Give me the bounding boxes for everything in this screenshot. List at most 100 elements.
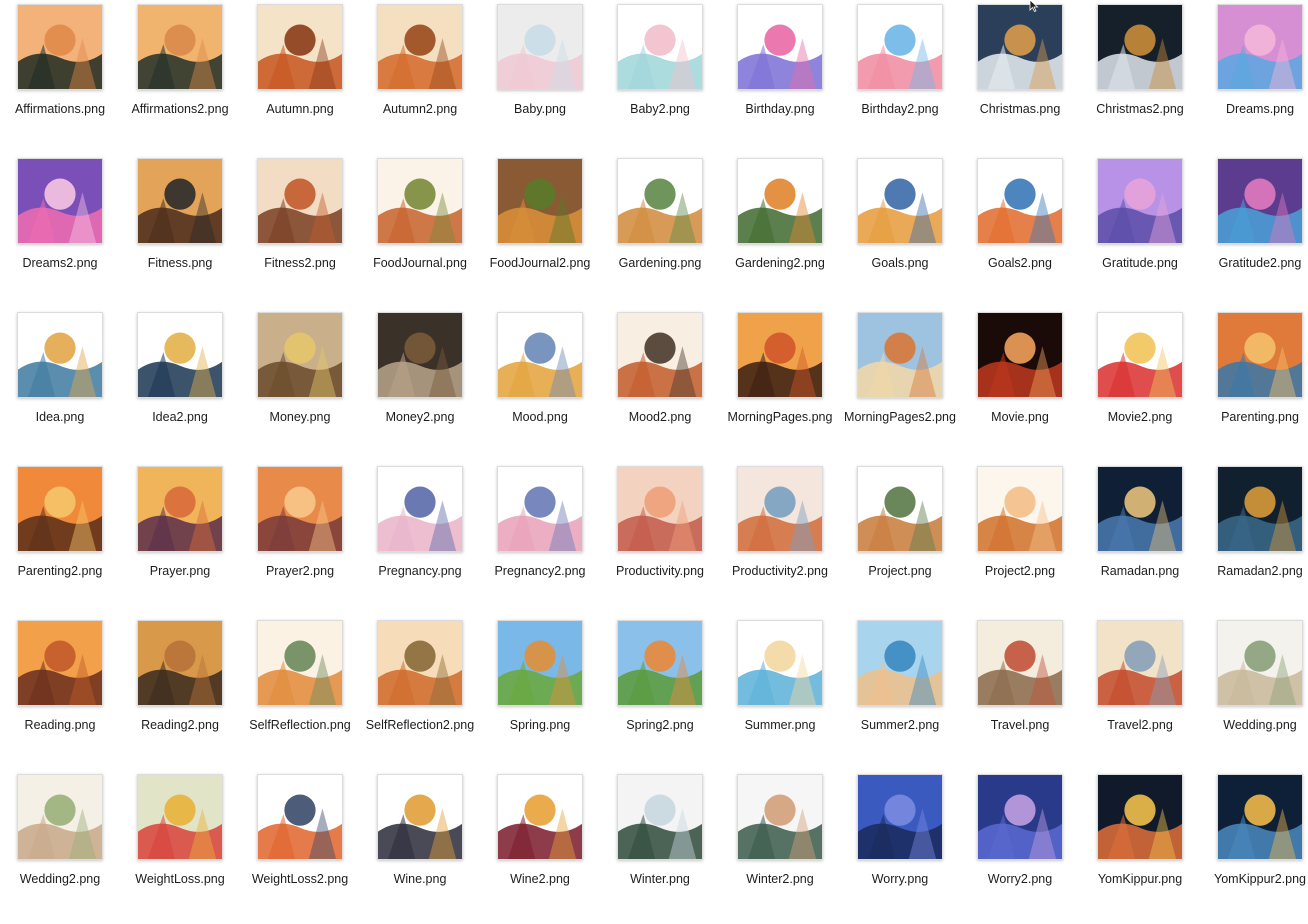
image-thumbnail [857, 312, 943, 398]
file-name-label: Project.png [868, 564, 932, 578]
file-item[interactable]: Affirmations.png [0, 0, 120, 154]
file-name-label: Christmas.png [979, 102, 1061, 116]
file-item[interactable]: Gardening2.png [720, 154, 840, 308]
file-item[interactable]: Reading.png [0, 616, 120, 770]
file-item[interactable]: Ramadan2.png [1200, 462, 1308, 616]
file-item[interactable]: Prayer.png [120, 462, 240, 616]
file-name-label: Travel2.png [1107, 718, 1173, 732]
image-thumbnail [1097, 4, 1183, 90]
file-item[interactable]: Mood2.png [600, 308, 720, 462]
file-item[interactable]: Idea2.png [120, 308, 240, 462]
image-thumbnail [257, 312, 343, 398]
file-item[interactable]: Birthday2.png [840, 0, 960, 154]
file-item[interactable]: Autumn.png [240, 0, 360, 154]
file-item[interactable]: Project2.png [960, 462, 1080, 616]
file-item[interactable]: Fitness2.png [240, 154, 360, 308]
file-item[interactable]: Dreams.png [1200, 0, 1308, 154]
image-thumbnail [737, 774, 823, 860]
file-item[interactable]: Worry2.png [960, 770, 1080, 924]
file-item[interactable]: WeightLoss.png [120, 770, 240, 924]
file-item[interactable]: YomKippur2.png [1200, 770, 1308, 924]
file-item[interactable]: Movie.png [960, 308, 1080, 462]
file-item[interactable]: Parenting.png [1200, 308, 1308, 462]
image-thumbnail [497, 4, 583, 90]
file-item[interactable]: Parenting2.png [0, 462, 120, 616]
file-item[interactable]: Baby2.png [600, 0, 720, 154]
image-thumbnail [857, 158, 943, 244]
file-item[interactable]: Reading2.png [120, 616, 240, 770]
file-item[interactable]: Winter.png [600, 770, 720, 924]
file-item[interactable]: Wedding2.png [0, 770, 120, 924]
file-item[interactable]: Summer2.png [840, 616, 960, 770]
file-name-label: Fitness.png [147, 256, 213, 270]
file-name-label: Goals2.png [988, 256, 1052, 270]
file-item[interactable]: Worry.png [840, 770, 960, 924]
file-name-label: Worry.png [871, 872, 929, 886]
file-item[interactable]: Goals.png [840, 154, 960, 308]
file-item[interactable]: Gratitude.png [1080, 154, 1200, 308]
file-name-label: Prayer.png [149, 564, 211, 578]
file-item[interactable]: Productivity.png [600, 462, 720, 616]
file-item[interactable]: Wine2.png [480, 770, 600, 924]
file-item[interactable]: Travel.png [960, 616, 1080, 770]
image-thumbnail [1097, 158, 1183, 244]
file-item[interactable]: Idea.png [0, 308, 120, 462]
file-item[interactable]: SelfReflection.png [240, 616, 360, 770]
file-item[interactable]: Fitness.png [120, 154, 240, 308]
file-name-label: Winter2.png [746, 872, 814, 886]
file-item[interactable]: WeightLoss2.png [240, 770, 360, 924]
image-thumbnail [1217, 466, 1303, 552]
file-name-label: Goals.png [871, 256, 929, 270]
file-name-label: Parenting2.png [17, 564, 103, 578]
file-item[interactable]: YomKippur.png [1080, 770, 1200, 924]
image-thumbnail [497, 774, 583, 860]
image-thumbnail [977, 620, 1063, 706]
file-item[interactable]: SelfReflection2.png [360, 616, 480, 770]
file-item[interactable]: Spring.png [480, 616, 600, 770]
file-item[interactable]: FoodJournal.png [360, 154, 480, 308]
file-item[interactable]: Christmas.png [960, 0, 1080, 154]
file-item[interactable]: MorningPages.png [720, 308, 840, 462]
file-item[interactable]: Prayer2.png [240, 462, 360, 616]
file-name-label: Baby.png [514, 102, 566, 116]
file-item[interactable]: Money.png [240, 308, 360, 462]
file-item[interactable]: Autumn2.png [360, 0, 480, 154]
image-thumbnail [497, 466, 583, 552]
file-item[interactable]: Gratitude2.png [1200, 154, 1308, 308]
file-name-label: Wine2.png [510, 872, 570, 886]
file-item[interactable]: Dreams2.png [0, 154, 120, 308]
file-item[interactable]: Mood.png [480, 308, 600, 462]
file-item[interactable]: Pregnancy.png [360, 462, 480, 616]
file-item[interactable]: Baby.png [480, 0, 600, 154]
file-item[interactable]: Christmas2.png [1080, 0, 1200, 154]
file-item[interactable]: Project.png [840, 462, 960, 616]
file-item[interactable]: Ramadan.png [1080, 462, 1200, 616]
file-item[interactable]: Pregnancy2.png [480, 462, 600, 616]
image-thumbnail [17, 620, 103, 706]
file-item[interactable]: Money2.png [360, 308, 480, 462]
file-item[interactable]: Travel2.png [1080, 616, 1200, 770]
image-thumbnail [1097, 620, 1183, 706]
file-item[interactable]: Productivity2.png [720, 462, 840, 616]
image-thumbnail [737, 466, 823, 552]
file-item[interactable]: Gardening.png [600, 154, 720, 308]
file-name-label: Money.png [269, 410, 331, 424]
file-item[interactable]: Winter2.png [720, 770, 840, 924]
file-name-label: Gratitude2.png [1218, 256, 1302, 270]
file-item[interactable]: Wine.png [360, 770, 480, 924]
file-item[interactable]: Spring2.png [600, 616, 720, 770]
file-item[interactable]: Movie2.png [1080, 308, 1200, 462]
file-item[interactable]: FoodJournal2.png [480, 154, 600, 308]
file-item[interactable]: Birthday.png [720, 0, 840, 154]
file-name-label: Pregnancy2.png [494, 564, 586, 578]
file-item[interactable]: Affirmations2.png [120, 0, 240, 154]
image-thumbnail [497, 312, 583, 398]
file-item[interactable]: MorningPages2.png [840, 308, 960, 462]
file-item[interactable]: Goals2.png [960, 154, 1080, 308]
file-name-label: Summer.png [744, 718, 816, 732]
file-name-label: Idea.png [35, 410, 85, 424]
file-name-label: Birthday.png [745, 102, 815, 116]
file-item[interactable]: Wedding.png [1200, 616, 1308, 770]
image-thumbnail [977, 158, 1063, 244]
file-item[interactable]: Summer.png [720, 616, 840, 770]
